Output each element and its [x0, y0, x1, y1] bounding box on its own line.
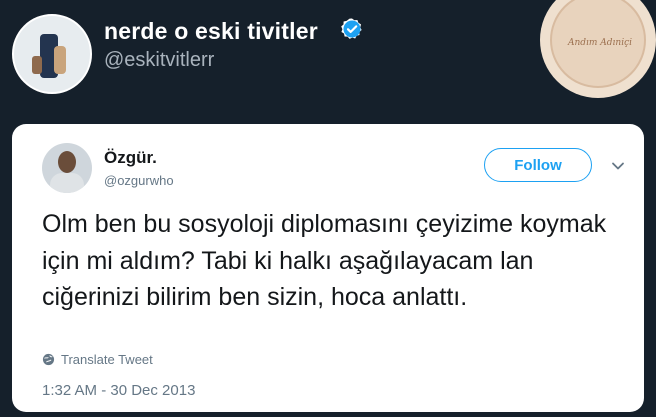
avatar-body [50, 173, 84, 193]
author-avatar[interactable] [42, 143, 92, 193]
author-name[interactable]: Özgür. [104, 148, 157, 168]
follow-button[interactable]: Follow [484, 148, 592, 182]
verified-badge-icon [341, 18, 362, 39]
watermark-logo: Andım Adıniçi [540, 0, 656, 98]
embedded-tweet-card[interactable]: Özgür. @ozgurwho Follow Olm ben bu sosyo… [12, 124, 644, 412]
avatar-figure [32, 56, 42, 74]
translate-tweet-link[interactable]: Translate Tweet [42, 352, 153, 367]
translate-label: Translate Tweet [61, 352, 153, 367]
watermark-inner: Andım Adıniçi [550, 0, 646, 88]
account-avatar[interactable] [12, 14, 92, 94]
globe-icon [42, 353, 55, 366]
account-handle[interactable]: @eskitvitlerr [104, 49, 214, 72]
author-handle[interactable]: @ozgurwho [104, 173, 174, 188]
chevron-down-icon[interactable] [610, 158, 626, 174]
watermark-text: Andım Adıniçi [567, 38, 633, 48]
screenshot-container: nerde o eski tivitler @eskitvitlerr Andı… [0, 0, 656, 417]
tweet-timestamp[interactable]: 1:32 AM - 30 Dec 2013 [42, 382, 195, 399]
avatar-head [58, 151, 76, 173]
avatar-figure [54, 46, 66, 74]
tweet-text: Olm ben bu sosyoloji diplomasını çeyizim… [42, 210, 607, 311]
account-display-name[interactable]: nerde o eski tivitler [104, 18, 318, 45]
